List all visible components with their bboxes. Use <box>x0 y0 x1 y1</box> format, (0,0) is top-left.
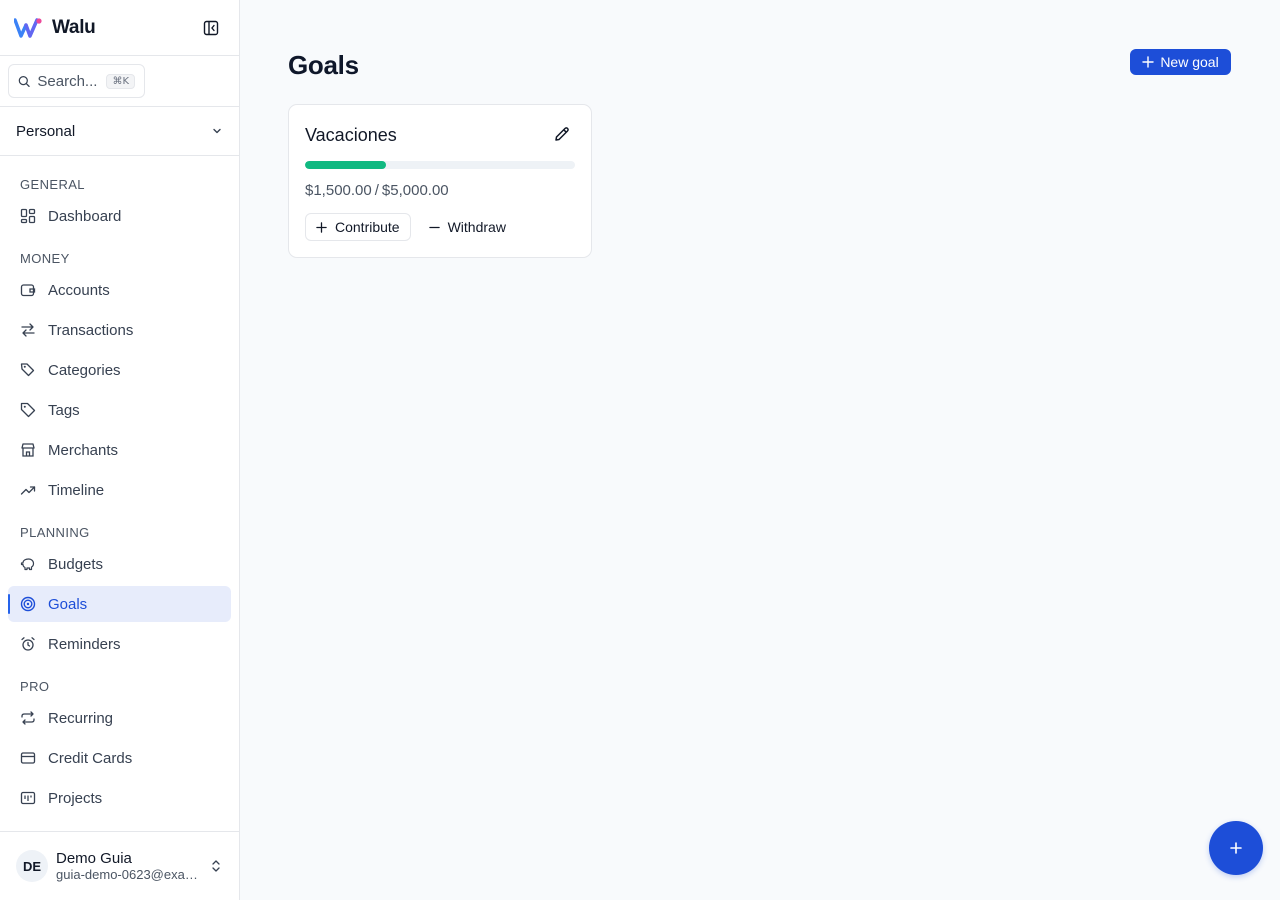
goal-name: Vacaciones <box>305 125 397 145</box>
contribute-button[interactable]: Contribute <box>305 213 411 241</box>
search-shortcut-badge: ⌘K <box>106 73 135 89</box>
withdraw-button[interactable]: Withdraw <box>419 213 516 241</box>
main-content: Goals New goal Vacaciones $1,500.00/$5,0… <box>240 0 1280 900</box>
pencil-icon[interactable] <box>553 125 571 143</box>
goal-actions: Contribute Withdraw <box>305 213 516 241</box>
sidebar-item-credit-cards[interactable]: Credit Cards <box>8 740 231 776</box>
section-title-pro: PRO <box>20 679 50 694</box>
search-area: Search... ⌘K <box>0 56 239 107</box>
tag-icon <box>20 402 36 418</box>
wallet-icon <box>20 284 36 297</box>
goal-target-amount: $5,000.00 <box>381 182 449 199</box>
sidebar-item-label: Reminders <box>48 635 121 653</box>
sidebar-item-reminders[interactable]: Reminders <box>8 626 231 662</box>
section-title-planning: PLANNING <box>20 525 90 540</box>
goal-amounts: $1,500.00/$5,000.00 <box>305 182 449 199</box>
sidebar-nav: GENERAL Dashboard MONEY Accounts Transac… <box>0 156 239 816</box>
sidebar-item-label: Goals <box>48 595 88 613</box>
sidebar-item-projects[interactable]: Projects <box>8 780 231 816</box>
alarm-icon <box>21 637 35 651</box>
store-icon <box>21 443 35 457</box>
credit-card-icon <box>20 752 36 764</box>
workspace-label: Personal <box>16 122 76 140</box>
goal-current-amount: $1,500.00 <box>305 182 372 199</box>
sidebar-item-label: Budgets <box>48 555 104 573</box>
repeat-icon <box>21 711 35 725</box>
project-icon <box>20 791 36 805</box>
sidebar-item-accounts[interactable]: Accounts <box>8 272 231 308</box>
page-title: Goals <box>288 50 359 80</box>
user-email: guia-demo-0623@example.com <box>56 867 198 882</box>
trending-icon <box>20 486 36 495</box>
sidebar-item-goals[interactable]: Goals <box>8 586 231 622</box>
plus-icon <box>1230 842 1242 854</box>
sidebar-item-label: Timeline <box>48 481 105 499</box>
sidebar-item-label: Projects <box>48 789 103 807</box>
minus-icon <box>428 226 440 228</box>
quick-add-button[interactable] <box>1209 821 1263 875</box>
sidebar-item-tags[interactable]: Tags <box>8 392 231 428</box>
app-name: Walu <box>52 16 96 38</box>
sidebar-item-transactions[interactable]: Transactions <box>8 312 231 348</box>
sidebar: Walu Search... ⌘K Personal GENERAL Dashb… <box>0 0 240 900</box>
sidebar-item-categories[interactable]: Categories <box>8 352 231 388</box>
new-goal-button[interactable]: New goal <box>1130 49 1231 75</box>
withdraw-label: Withdraw <box>447 219 506 235</box>
sidebar-item-label: Dashboard <box>48 207 122 225</box>
goal-card: Vacaciones $1,500.00/$5,000.00 Contribut… <box>288 104 592 258</box>
search-input[interactable]: Search... ⌘K <box>8 64 145 98</box>
sidebar-item-label: Categories <box>48 361 121 379</box>
chevron-down-icon <box>213 128 221 134</box>
arrows-icon <box>21 323 35 337</box>
chevron-up-down-icon <box>212 860 220 872</box>
plus-icon <box>316 221 327 233</box>
workspace-selector[interactable]: Personal <box>0 107 239 156</box>
tags-icon <box>20 363 35 377</box>
search-placeholder: Search... <box>37 72 98 90</box>
sidebar-item-label: Tags <box>48 401 80 419</box>
section-title-money: MONEY <box>20 251 70 266</box>
goal-progress-fill <box>305 161 386 169</box>
sidebar-item-label: Accounts <box>48 281 110 299</box>
new-goal-label: New goal <box>1160 54 1219 70</box>
sidebar-item-label: Credit Cards <box>48 749 133 767</box>
section-title-general: GENERAL <box>20 177 85 192</box>
user-meta: Demo Guia guia-demo-0623@example.com <box>56 850 201 882</box>
piggy-bank-icon <box>20 558 35 571</box>
user-menu[interactable]: DE Demo Guia guia-demo-0623@example.com <box>0 831 239 900</box>
sidebar-item-label: Recurring <box>48 709 114 727</box>
brand-header: Walu <box>0 0 239 56</box>
search-icon <box>18 75 30 87</box>
sidebar-collapse-icon[interactable] <box>203 20 219 36</box>
goal-amount-separator: / <box>374 182 379 199</box>
plus-icon <box>1142 56 1155 68</box>
sidebar-item-merchants[interactable]: Merchants <box>8 432 231 468</box>
goal-progress-bar <box>305 161 575 169</box>
contribute-label: Contribute <box>335 219 400 235</box>
sidebar-item-recurring[interactable]: Recurring <box>8 700 231 736</box>
sidebar-item-budgets[interactable]: Budgets <box>8 546 231 582</box>
dashboard-icon <box>20 208 36 224</box>
sidebar-item-dashboard[interactable]: Dashboard <box>8 198 231 234</box>
walu-logo-icon <box>14 17 42 38</box>
sidebar-item-label: Merchants <box>48 441 119 459</box>
sidebar-item-label: Transactions <box>48 321 134 339</box>
avatar: DE <box>16 850 48 882</box>
sidebar-item-timeline[interactable]: Timeline <box>8 472 231 508</box>
target-icon <box>20 596 36 612</box>
user-name: Demo Guia <box>56 850 132 867</box>
